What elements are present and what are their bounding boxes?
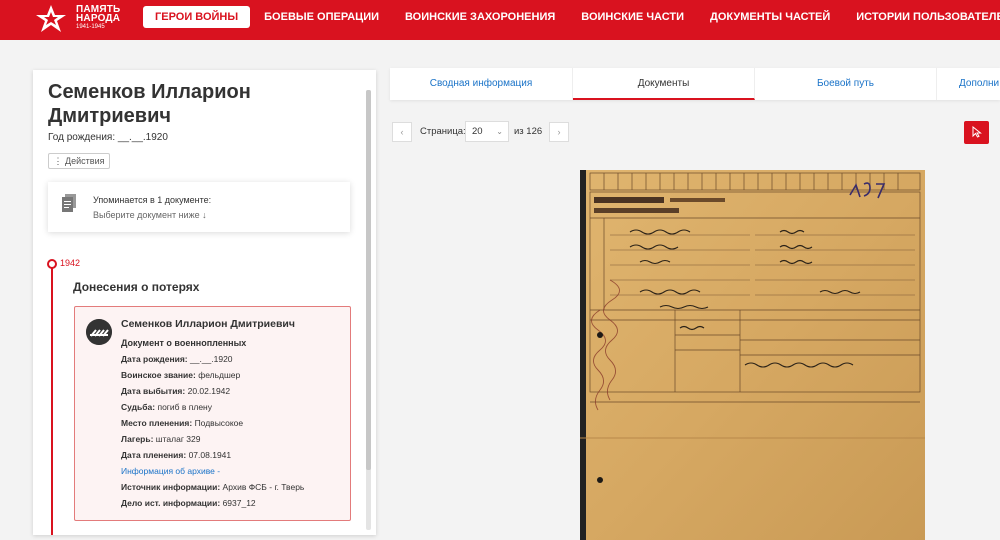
- nav-user-stories[interactable]: ИСТОРИИ ПОЛЬЗОВАТЕЛЕЙ: [856, 6, 1000, 28]
- field-value: Подвысокое: [194, 418, 244, 428]
- main-nav: ГЕРОИ ВОЙНЫ БОЕВЫЕ ОПЕРАЦИИ ВОИНСКИЕ ЗАХ…: [143, 6, 1000, 28]
- nav-unit-documents[interactable]: ДОКУМЕНТЫ ЧАСТЕЙ: [710, 6, 830, 28]
- page-select[interactable]: 20 ⌄: [465, 121, 509, 142]
- birth-year: Год рождения: __.__.1920: [48, 132, 168, 143]
- actions-button[interactable]: ⋮ Действия: [48, 153, 110, 169]
- loss-record-card[interactable]: Семенков Илларион Дмитриевич Документ о …: [74, 306, 351, 521]
- organization-icon: [86, 319, 112, 345]
- field-value: погиб в плену: [157, 402, 212, 412]
- cursor-glyph: [972, 125, 982, 138]
- page-total: из 126: [514, 126, 543, 137]
- page-label: Страница:: [420, 126, 466, 137]
- chevron-down-icon: ⌄: [496, 127, 503, 136]
- prev-page-button[interactable]: ‹: [392, 122, 412, 142]
- tab-additional[interactable]: Дополни: [937, 68, 1000, 100]
- site-logo[interactable]: ПАМЯТЬ НАРОДА 1941-1945: [34, 4, 134, 34]
- field-camp: Лагерь: шталаг 329: [121, 434, 200, 444]
- tab-summary[interactable]: Сводная информация: [390, 68, 573, 100]
- field-case: Дело ист. информации: 6937_12: [121, 498, 256, 508]
- field-fate: Судьба: погиб в плену: [121, 402, 212, 412]
- timeline-year: 1942: [60, 258, 81, 268]
- field-value: __.__.1920: [189, 354, 233, 364]
- page-value: 20: [472, 126, 483, 137]
- mention-title: Упоминается в 1 документе:: [93, 195, 212, 205]
- record-name: Семенков Илларион Дмитриевич: [121, 318, 295, 330]
- field-label: Дело ист. информации:: [121, 498, 221, 508]
- nav-units[interactable]: ВОИНСКИЕ ЧАСТИ: [581, 6, 684, 28]
- logo-years: 1941-1945: [76, 24, 105, 30]
- field-capture-place: Место пленения: Подвысокое: [121, 418, 243, 428]
- field-value: Архив ФСБ - г. Тверь: [222, 482, 305, 492]
- record-doc-type: Документ о военнопленных: [121, 338, 247, 348]
- field-capture-date: Дата пленения: 07.08.1941: [121, 450, 231, 460]
- section-title: Донесения о потерях: [73, 280, 200, 294]
- field-label: Судьба:: [121, 402, 156, 412]
- tab-combat-path[interactable]: Боевой путь: [755, 68, 937, 100]
- field-source: Источник информации: Архив ФСБ - г. Твер…: [121, 482, 304, 492]
- document-tabs: Сводная информация Документы Боевой путь…: [390, 68, 1000, 100]
- timeline-line: [51, 266, 53, 535]
- next-page-button[interactable]: ›: [549, 122, 569, 142]
- document-icon: [62, 194, 76, 212]
- field-value: 6937_12: [222, 498, 256, 508]
- nav-heroes[interactable]: ГЕРОИ ВОЙНЫ: [143, 6, 251, 28]
- timeline-dot: [47, 259, 57, 269]
- field-birth-date: Дата рождения: __.__.1920: [121, 354, 233, 364]
- field-label: Дата пленения:: [121, 450, 187, 460]
- scrollbar-thumb[interactable]: [366, 90, 371, 470]
- archive-info-link[interactable]: Информация об архиве -: [121, 466, 220, 476]
- field-label: Источник информации:: [121, 482, 221, 492]
- logo-title: ПАМЯТЬ НАРОДА: [76, 5, 121, 24]
- document-scan-drawing: [580, 170, 925, 540]
- person-panel: Семенков Илларион Дмитриевич Год рождени…: [33, 70, 376, 535]
- field-departure-date: Дата выбытия: 20.02.1942: [121, 386, 230, 396]
- star-logo-icon: [36, 5, 66, 32]
- field-value: фельдшер: [198, 370, 241, 380]
- tab-documents[interactable]: Документы: [573, 68, 755, 100]
- mention-subtitle: Выберите документ ниже ↓: [93, 210, 207, 220]
- field-label: Дата рождения:: [121, 354, 188, 364]
- nav-burials[interactable]: ВОИНСКИЕ ЗАХОРОНЕНИЯ: [405, 6, 555, 28]
- field-label: Лагерь:: [121, 434, 154, 444]
- field-value: шталаг 329: [155, 434, 201, 444]
- field-label: Воинское звание:: [121, 370, 196, 380]
- person-name: Семенков Илларион Дмитриевич: [48, 81, 251, 127]
- field-rank: Воинское звание: фельдшер: [121, 370, 240, 380]
- top-header: ПАМЯТЬ НАРОДА 1941-1945 ГЕРОИ ВОЙНЫ БОЕВ…: [0, 0, 1000, 40]
- field-label: Место пленения:: [121, 418, 193, 428]
- field-label: Дата выбытия:: [121, 386, 186, 396]
- field-value: 07.08.1941: [188, 450, 232, 460]
- document-scan-image[interactable]: [580, 170, 925, 540]
- logo-line2: НАРОДА: [76, 13, 121, 24]
- panel-scrollbar[interactable]: [366, 90, 371, 530]
- field-value: 20.02.1942: [187, 386, 231, 396]
- mention-card: Упоминается в 1 документе: Выберите доку…: [48, 182, 350, 232]
- cursor-icon[interactable]: [964, 121, 989, 144]
- nav-operations[interactable]: БОЕВЫЕ ОПЕРАЦИИ: [264, 6, 379, 28]
